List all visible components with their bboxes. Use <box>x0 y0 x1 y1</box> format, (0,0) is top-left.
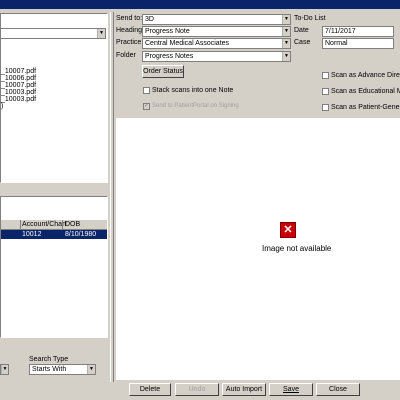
chevron-down-icon[interactable]: ▼ <box>282 39 290 48</box>
scan-advance-label: Scan as Advance Directive <box>331 72 400 79</box>
search-type-value: Starts With <box>32 366 67 373</box>
check-icon: ✓ <box>144 103 150 109</box>
header-dob[interactable]: DOB <box>65 220 80 229</box>
folder-label: Folder <box>116 52 136 59</box>
scan-advance-checkbox[interactable] <box>322 72 329 79</box>
folder-value: Progress Notes <box>145 53 194 60</box>
case-input[interactable]: Normal <box>322 38 394 49</box>
folder-combo[interactable]: ▼ <box>0 28 106 39</box>
case-label: Case <box>294 39 311 46</box>
undo-button[interactable]: Undo <box>175 383 219 396</box>
chevron-down-icon[interactable]: ▼ <box>87 365 95 374</box>
practice-label: Practice <box>116 39 142 46</box>
delete-button[interactable]: Delete <box>129 383 171 396</box>
file-item[interactable]: _10006.pdf <box>1 75 101 82</box>
patient-list-panel: Account/Chart DOB 10012 8/10/1980 <box>0 196 108 338</box>
chevron-down-icon[interactable]: ▼ <box>282 52 290 61</box>
scan-patient-label: Scan as Patient-Generate <box>331 104 400 111</box>
file-item[interactable]: _10007.pdf <box>1 82 101 89</box>
file-item[interactable]: _10003.pdf <box>1 96 101 103</box>
header-account-chart[interactable]: Account/Chart <box>22 220 66 229</box>
save-label: Save <box>283 386 299 393</box>
scan-patient-checkbox[interactable] <box>322 104 329 111</box>
undo-label: Undo <box>188 386 206 393</box>
chevron-down-icon[interactable]: ▼ <box>282 27 290 36</box>
file-list[interactable]: _10007.pdf _10006.pdf _10007.pdf _10003.… <box>1 68 101 110</box>
order-status-label: Order Status <box>143 68 183 75</box>
file-browser-panel: ▼ _10007.pdf _10006.pdf _10007.pdf _1000… <box>0 13 108 183</box>
chevron-down-icon[interactable]: ▼ <box>97 29 105 38</box>
send-to-label: Send to: <box>116 15 143 22</box>
auto-import-label: Auto Import <box>225 386 263 393</box>
date-value: 7/11/2017 <box>325 28 356 35</box>
vertical-splitter[interactable] <box>110 12 114 382</box>
date-label: Date <box>294 27 309 34</box>
window-titlebar <box>0 0 400 9</box>
broken-image-icon: ✕ <box>280 222 296 238</box>
search-field-combo[interactable]: ▼ <box>0 364 9 375</box>
search-type-select[interactable]: Starts With ▼ <box>29 364 96 375</box>
file-item[interactable]: _10003.pdf <box>1 89 101 96</box>
search-type-label: Search Type <box>29 356 69 363</box>
date-input[interactable]: 7/11/2017 <box>322 26 394 37</box>
table-row[interactable]: 10012 8/10/1980 <box>1 230 107 239</box>
file-item-tail[interactable]: ) <box>1 103 101 110</box>
row-account: 10012 <box>22 231 42 238</box>
case-value: Normal <box>325 40 348 47</box>
scan-educational-label: Scan as Educational Mate <box>331 88 400 95</box>
heading-value: Progress Note <box>145 28 190 35</box>
header-cell-blank[interactable] <box>1 220 21 229</box>
auto-import-button[interactable]: Auto Import <box>222 383 266 396</box>
patient-table-header: Account/Chart DOB <box>1 220 107 230</box>
practice-select[interactable]: Central Medical Associates ▼ <box>142 38 291 49</box>
heading-label: Heading <box>116 27 143 34</box>
file-item[interactable]: _10007.pdf <box>1 68 101 75</box>
send-portal-checkbox[interactable]: ✓ <box>143 103 150 110</box>
order-status-button[interactable]: Order Status <box>142 65 184 78</box>
scan-educational-checkbox[interactable] <box>322 88 329 95</box>
preview-area: ✕ Image not available <box>116 118 400 380</box>
close-button[interactable]: Close <box>316 383 360 396</box>
close-label: Close <box>329 386 347 393</box>
delete-label: Delete <box>139 386 161 393</box>
folder-select[interactable]: Progress Notes ▼ <box>142 51 291 62</box>
stack-scans-label: Stack scans into one Note <box>152 87 234 94</box>
todo-list-label: To-Do List <box>294 15 326 22</box>
send-portal-label: Send to PatientPortal on Signing <box>152 103 239 109</box>
practice-value: Central Medical Associates <box>145 40 230 47</box>
send-to-select[interactable]: 3D ▼ <box>142 14 291 25</box>
chevron-down-icon[interactable]: ▼ <box>282 15 290 24</box>
image-not-available-text: Image not available <box>262 244 332 253</box>
send-to-value: 3D <box>145 16 154 23</box>
row-dob: 8/10/1980 <box>65 231 97 238</box>
heading-select[interactable]: Progress Note ▼ <box>142 26 291 37</box>
stack-scans-checkbox[interactable] <box>143 87 150 94</box>
chevron-down-icon[interactable]: ▼ <box>1 365 8 374</box>
save-button[interactable]: Save <box>269 383 313 396</box>
